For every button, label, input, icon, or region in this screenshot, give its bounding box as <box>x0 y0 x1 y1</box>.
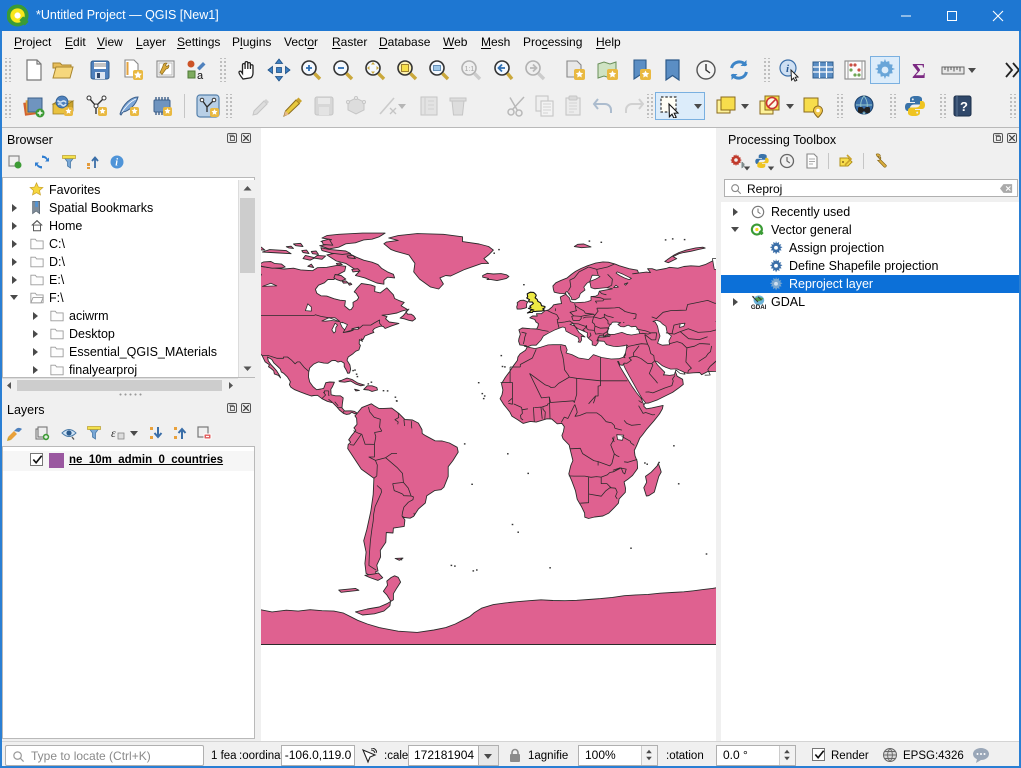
svg-text:GDAL: GDAL <box>751 304 766 310</box>
svg-text:?: ? <box>960 99 968 114</box>
svg-text:ε: ε <box>111 426 116 440</box>
svg-text:a: a <box>197 70 204 82</box>
svg-text:1:1: 1:1 <box>465 66 475 73</box>
svg-text:i: i <box>115 158 118 169</box>
svg-text:Σ: Σ <box>912 59 926 82</box>
